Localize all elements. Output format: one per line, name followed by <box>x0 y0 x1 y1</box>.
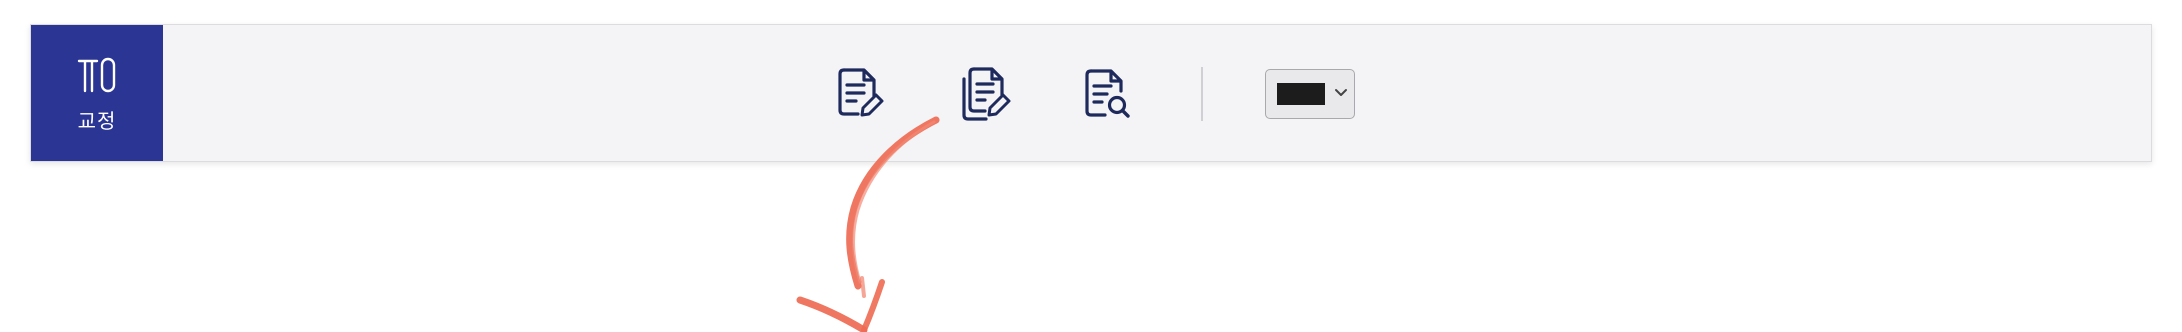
page: 교정 <box>0 0 2182 332</box>
edit-document-button[interactable] <box>829 61 893 125</box>
toolbar-divider <box>1201 67 1203 121</box>
edit-copy-button[interactable] <box>953 61 1017 125</box>
proofread-icon <box>77 57 116 93</box>
proofread-mode-tab[interactable]: 교정 <box>31 25 163 161</box>
edit-copy-documents-icon <box>962 67 1011 121</box>
proofread-toolbar: 교정 <box>30 24 2152 162</box>
color-select[interactable] <box>1265 69 1355 119</box>
document-search-button[interactable] <box>1077 61 1141 125</box>
chevron-down-icon <box>1335 89 1347 96</box>
edit-document-icon <box>838 68 884 117</box>
document-search-icon <box>1085 69 1130 118</box>
color-swatch <box>1277 83 1325 105</box>
mode-tab-label: 교정 <box>77 109 117 133</box>
